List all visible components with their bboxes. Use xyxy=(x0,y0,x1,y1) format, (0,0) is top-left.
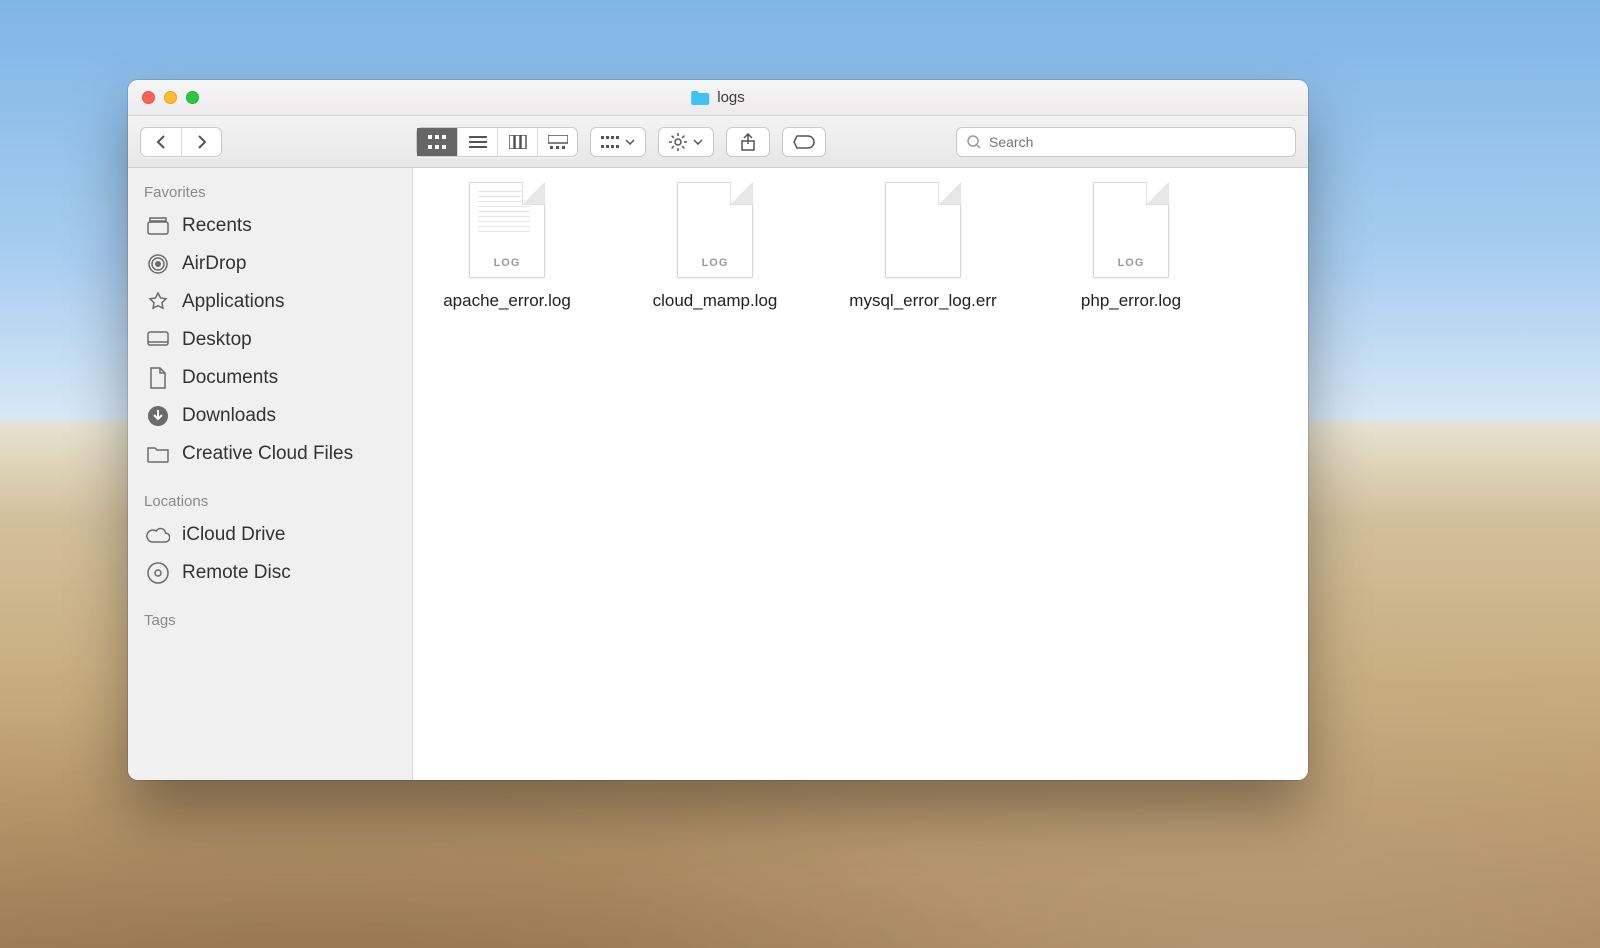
window-title-text: logs xyxy=(717,89,745,106)
back-button[interactable] xyxy=(141,128,181,156)
sidebar-item-icloud-drive[interactable]: iCloud Drive xyxy=(128,516,412,554)
view-icons-button[interactable] xyxy=(417,128,457,156)
sidebar-item-label: Downloads xyxy=(182,405,276,427)
file-type-badge: LOG xyxy=(702,257,729,269)
file-icon: LOG xyxy=(469,182,545,278)
window-title: logs xyxy=(691,89,745,106)
tags-button[interactable] xyxy=(782,127,826,157)
chevron-right-icon xyxy=(196,134,208,150)
traffic-lights xyxy=(142,91,199,104)
recents-icon xyxy=(146,214,170,238)
sidebar-section-tags: Tags xyxy=(128,608,412,635)
tag-icon xyxy=(793,135,815,149)
cloud-icon xyxy=(146,523,170,547)
file-icon xyxy=(885,182,961,278)
downloads-icon xyxy=(146,404,170,428)
search-input[interactable] xyxy=(989,134,1285,150)
sidebar-item-documents[interactable]: Documents xyxy=(128,359,412,397)
sidebar-item-label: Applications xyxy=(182,291,284,313)
folder-icon xyxy=(691,91,709,105)
sidebar-item-creative-cloud-files[interactable]: Creative Cloud Files xyxy=(128,435,412,473)
sidebar[interactable]: Favorites Recents AirDrop xyxy=(128,168,413,780)
action-dropdown[interactable] xyxy=(658,127,714,157)
search-field[interactable] xyxy=(956,127,1296,157)
group-icon xyxy=(601,136,619,148)
finder-window: logs xyxy=(128,80,1308,780)
nav-buttons xyxy=(140,127,222,157)
share-button[interactable] xyxy=(726,127,770,157)
grid-icon xyxy=(428,135,446,149)
gallery-icon xyxy=(548,135,568,149)
view-columns-button[interactable] xyxy=(497,128,537,156)
file-item[interactable]: LOG apache_error.log xyxy=(423,182,591,313)
sidebar-item-label: Creative Cloud Files xyxy=(182,443,353,465)
columns-icon xyxy=(509,135,527,149)
view-mode-segment xyxy=(416,127,578,157)
folder-icon xyxy=(146,442,170,466)
chevron-left-icon xyxy=(155,134,167,150)
view-list-button[interactable] xyxy=(457,128,497,156)
sidebar-item-downloads[interactable]: Downloads xyxy=(128,397,412,435)
airdrop-icon xyxy=(146,252,170,276)
window-body: Favorites Recents AirDrop xyxy=(128,168,1308,780)
desktop-icon xyxy=(146,328,170,352)
file-item[interactable]: LOG php_error.log xyxy=(1047,182,1215,313)
file-icon: LOG xyxy=(677,182,753,278)
sidebar-item-label: Recents xyxy=(182,215,252,237)
file-type-badge: LOG xyxy=(1118,257,1145,269)
sidebar-item-label: Desktop xyxy=(182,329,252,351)
sidebar-item-label: iCloud Drive xyxy=(182,524,285,546)
applications-icon xyxy=(146,290,170,314)
close-window-button[interactable] xyxy=(142,91,155,104)
sidebar-heading: Favorites xyxy=(128,180,412,207)
file-name: apache_error.log xyxy=(443,290,571,313)
sidebar-item-label: Documents xyxy=(182,367,278,389)
file-item[interactable]: mysql_error_log.err xyxy=(839,182,1007,313)
sidebar-section-favorites: Favorites Recents AirDrop xyxy=(128,180,412,473)
file-name: cloud_mamp.log xyxy=(653,290,778,313)
sidebar-item-label: AirDrop xyxy=(182,253,246,275)
file-icon: LOG xyxy=(1093,182,1169,278)
forward-button[interactable] xyxy=(181,128,221,156)
search-icon xyxy=(967,135,981,149)
sidebar-item-recents[interactable]: Recents xyxy=(128,207,412,245)
file-name: php_error.log xyxy=(1081,290,1181,313)
list-icon xyxy=(469,135,487,149)
zoom-window-button[interactable] xyxy=(186,91,199,104)
view-gallery-button[interactable] xyxy=(537,128,577,156)
file-grid: LOG apache_error.log LOG cloud_mamp.log xyxy=(423,182,1298,313)
chevron-down-icon xyxy=(693,139,703,145)
desktop-wallpaper: logs xyxy=(0,0,1600,948)
titlebar[interactable]: logs xyxy=(128,80,1308,116)
group-by-dropdown[interactable] xyxy=(590,127,646,157)
toolbar xyxy=(128,116,1308,168)
disc-icon xyxy=(146,561,170,585)
minimize-window-button[interactable] xyxy=(164,91,177,104)
sidebar-item-airdrop[interactable]: AirDrop xyxy=(128,245,412,283)
chevron-down-icon xyxy=(625,139,635,145)
sidebar-section-locations: Locations iCloud Drive Remote Disc xyxy=(128,489,412,592)
sidebar-item-applications[interactable]: Applications xyxy=(128,283,412,321)
sidebar-item-desktop[interactable]: Desktop xyxy=(128,321,412,359)
sidebar-heading: Locations xyxy=(128,489,412,516)
file-content-area[interactable]: LOG apache_error.log LOG cloud_mamp.log xyxy=(413,168,1308,780)
sidebar-item-label: Remote Disc xyxy=(182,562,291,584)
file-item[interactable]: LOG cloud_mamp.log xyxy=(631,182,799,313)
file-type-badge: LOG xyxy=(494,257,521,269)
sidebar-item-remote-disc[interactable]: Remote Disc xyxy=(128,554,412,592)
sidebar-heading: Tags xyxy=(128,608,412,635)
documents-icon xyxy=(146,366,170,390)
share-icon xyxy=(741,133,755,151)
file-name: mysql_error_log.err xyxy=(849,290,996,313)
gear-icon xyxy=(669,133,687,151)
